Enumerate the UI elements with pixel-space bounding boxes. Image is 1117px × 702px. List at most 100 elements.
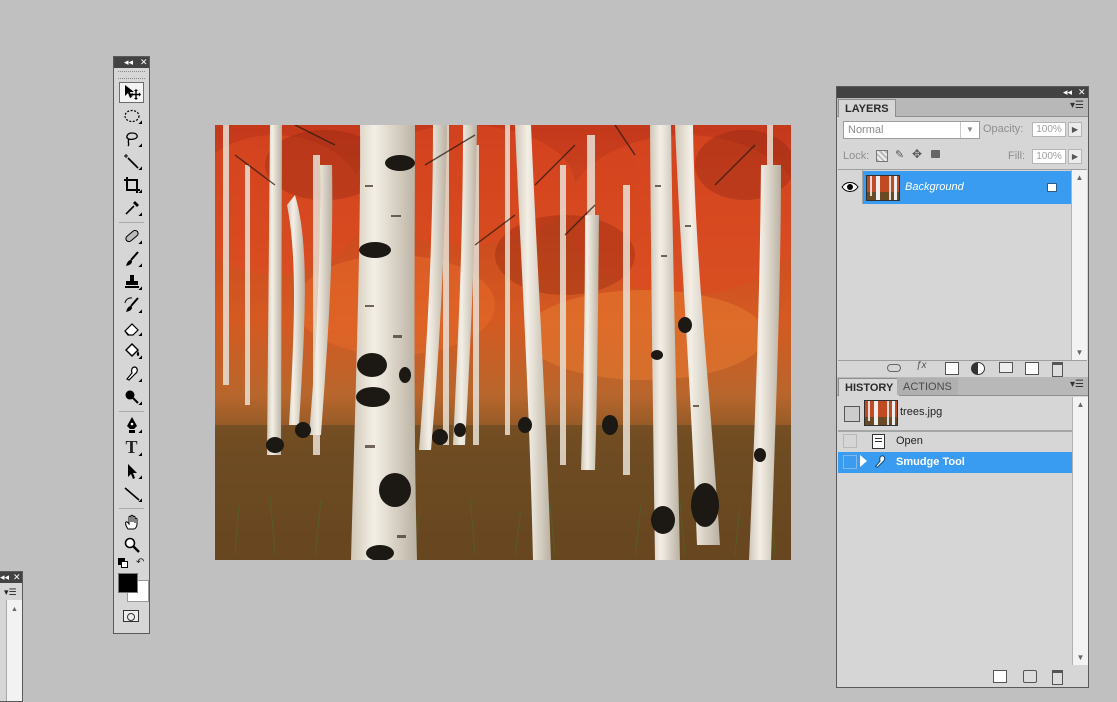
opacity-field[interactable]: 100% — [1032, 122, 1066, 137]
eraser-tool-button[interactable] — [119, 317, 144, 338]
snapshot-brush-icon[interactable] — [844, 406, 860, 422]
type-icon: T — [125, 437, 138, 457]
line-tool-button[interactable] — [119, 483, 144, 504]
layer-mask-icon[interactable] — [945, 362, 959, 375]
history-scrollbar[interactable]: ▲ ▼ — [1072, 397, 1088, 665]
clone-stamp-tool-button[interactable] — [119, 271, 144, 292]
scroll-down-icon[interactable]: ▼ — [1072, 348, 1087, 357]
panel-menu-icon[interactable]: ▾☰ — [4, 587, 17, 598]
dodge-tool-button[interactable] — [119, 386, 144, 407]
tools-panel-titlebar[interactable]: ◂◂ ✕ — [114, 57, 149, 68]
layer-style-icon[interactable]: ƒx — [916, 360, 928, 371]
quick-mask-button[interactable] — [123, 610, 139, 622]
lasso-tool-button[interactable] — [119, 128, 144, 149]
healing-brush-tool-button[interactable] — [119, 225, 144, 246]
tab-actions[interactable]: ACTIONS — [897, 378, 958, 395]
submenu-indicator — [138, 378, 142, 382]
foreground-color-swatch[interactable] — [118, 573, 138, 593]
hand-tool-button[interactable] — [119, 511, 144, 532]
layer-name[interactable]: Background — [905, 181, 964, 193]
layers-panel-menu-icon[interactable]: ▾☰ — [1070, 100, 1084, 111]
scrollbar[interactable]: ▲ — [6, 600, 22, 701]
zoom-tool-button[interactable] — [119, 534, 144, 555]
brush-tool-button[interactable] — [119, 248, 144, 269]
submenu-indicator — [138, 166, 142, 170]
paint-bucket-tool-button[interactable] — [119, 340, 144, 361]
scroll-up-icon[interactable]: ▲ — [11, 606, 18, 613]
collapsed-panel-titlebar[interactable]: ◂◂ ✕ — [0, 572, 22, 583]
opacity-slider-button[interactable]: ▶ — [1068, 122, 1082, 137]
history-source-checkbox[interactable] — [843, 434, 857, 448]
collapse-icon[interactable]: ◂◂ — [124, 56, 133, 68]
trees-image — [215, 125, 791, 560]
history-source-checkbox[interactable] — [843, 455, 857, 469]
trash-icon[interactable] — [1052, 362, 1063, 377]
new-document-from-state-icon[interactable] — [993, 670, 1007, 683]
new-layer-icon[interactable] — [1025, 362, 1039, 375]
pen-tool-button[interactable] — [119, 414, 144, 435]
opacity-label: Opacity: — [983, 123, 1024, 135]
move-tool-button[interactable] — [119, 82, 144, 103]
history-panel-tabs: HISTORY ACTIONS ▾☰ — [837, 377, 1088, 396]
new-group-icon[interactable] — [999, 362, 1013, 373]
fill-slider-button[interactable]: ▶ — [1068, 149, 1082, 164]
history-state-pointer-icon — [860, 455, 867, 467]
history-snapshot-row[interactable]: trees.jpg — [838, 398, 1072, 432]
quick-mask-icon — [127, 613, 135, 621]
scroll-up-icon[interactable]: ▲ — [1073, 400, 1088, 409]
type-tool-button[interactable]: T — [119, 437, 144, 458]
history-state-open[interactable]: Open — [838, 431, 1072, 452]
history-state-label: Open — [896, 435, 923, 447]
document-canvas[interactable] — [215, 125, 791, 560]
magic-wand-tool-button[interactable] — [119, 151, 144, 172]
layer-row-background[interactable]: Background — [863, 171, 1071, 204]
layers-panel-tabs: LAYERS ▾☰ — [837, 98, 1088, 117]
layers-scrollbar[interactable]: ▲ ▼ — [1071, 170, 1087, 360]
close-icon[interactable]: ✕ — [140, 56, 148, 68]
history-state-smudge[interactable]: Smudge Tool — [838, 452, 1072, 473]
blend-mode-select[interactable]: Normal ▼ — [843, 121, 980, 139]
eye-icon[interactable] — [841, 179, 859, 195]
lock-label: Lock: — [843, 150, 870, 162]
lock-transparent-icon[interactable] — [876, 150, 888, 162]
tools-divider — [119, 508, 144, 509]
panel-grip[interactable] — [118, 71, 145, 79]
history-panel-menu-icon[interactable]: ▾☰ — [1070, 379, 1084, 390]
history-brush-tool-button[interactable] — [119, 294, 144, 315]
lock-all-icon[interactable] — [931, 150, 940, 158]
tab-history[interactable]: HISTORY — [838, 378, 901, 396]
tab-layers[interactable]: LAYERS — [838, 99, 896, 117]
submenu-indicator — [138, 120, 142, 124]
trash-icon[interactable] — [1052, 670, 1063, 685]
smudge-tool-button[interactable] — [119, 363, 144, 384]
layers-list: Background ▲ ▼ — [838, 169, 1087, 361]
marquee-tool-button[interactable] — [119, 105, 144, 126]
lock-icon — [1047, 183, 1057, 192]
link-layers-icon[interactable] — [887, 364, 901, 372]
close-icon[interactable]: ✕ — [1078, 86, 1086, 98]
eyedropper-tool-button[interactable] — [119, 197, 144, 218]
collapse-icon[interactable]: ◂◂ — [1063, 86, 1072, 98]
submenu-indicator — [138, 498, 142, 502]
close-icon[interactable]: ✕ — [13, 571, 21, 583]
lock-position-icon[interactable]: ✥ — [912, 147, 922, 161]
tools-panel: ◂◂ ✕ T ↶ — [113, 56, 150, 634]
fill-field[interactable]: 100% — [1032, 149, 1066, 164]
submenu-indicator — [138, 475, 142, 479]
panel-dock: ◂◂ ✕ LAYERS ▾☰ Normal ▼ Opacity: 100% ▶ … — [836, 86, 1089, 688]
scroll-up-icon[interactable]: ▲ — [1072, 173, 1087, 182]
dock-titlebar[interactable]: ◂◂ ✕ — [837, 87, 1088, 98]
submenu-indicator — [138, 309, 142, 313]
camera-icon[interactable] — [1023, 670, 1037, 683]
tools-divider — [119, 222, 144, 223]
collapse-icon[interactable]: ◂◂ — [0, 571, 9, 583]
path-selection-tool-button[interactable] — [119, 460, 144, 481]
scroll-down-icon[interactable]: ▼ — [1073, 653, 1088, 662]
crop-tool-button[interactable] — [119, 174, 144, 195]
adjustment-layer-icon[interactable] — [971, 362, 985, 375]
hand-icon — [124, 514, 137, 529]
swap-colors-icon[interactable]: ↶ — [136, 557, 144, 568]
chevron-down-icon: ▼ — [960, 122, 979, 138]
default-colors-icon[interactable] — [118, 558, 128, 568]
lock-image-icon[interactable]: ✎ — [895, 148, 904, 161]
